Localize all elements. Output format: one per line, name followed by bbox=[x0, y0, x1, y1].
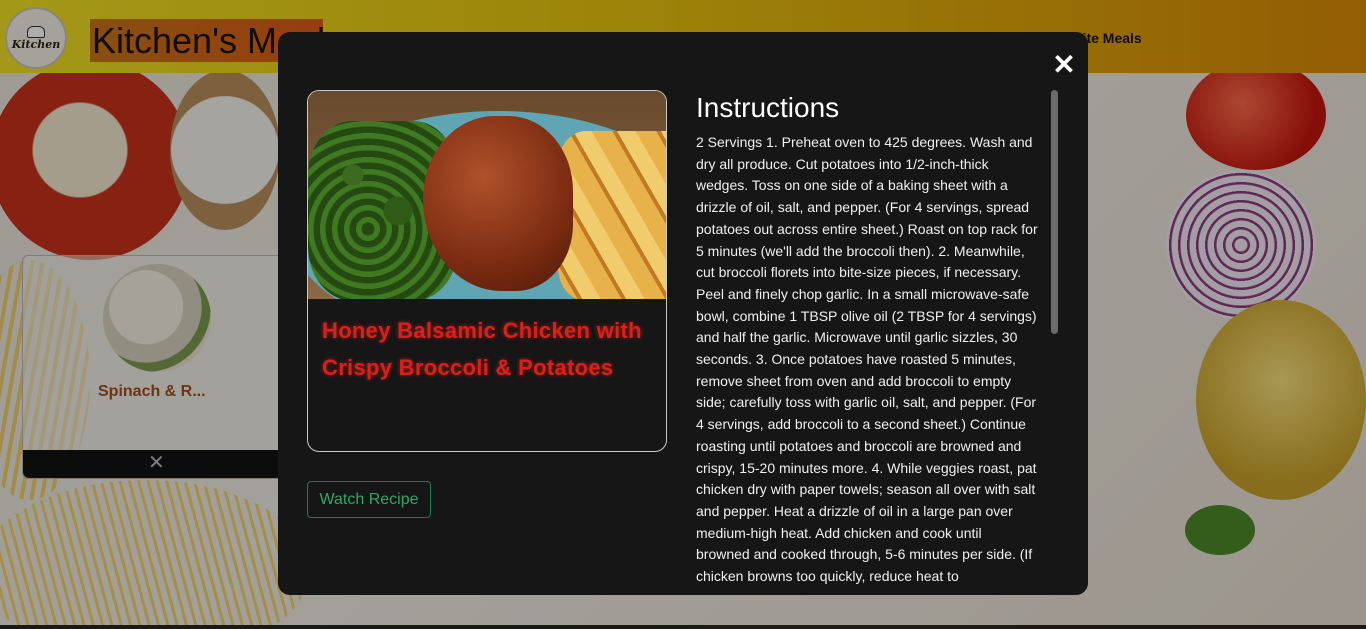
recipe-card: Honey Balsamic Chicken with Crispy Brocc… bbox=[307, 90, 667, 452]
instructions-scrollbar[interactable] bbox=[1051, 90, 1058, 590]
close-modal-icon[interactable]: ✕ bbox=[1052, 51, 1076, 79]
watch-recipe-button[interactable]: Watch Recipe bbox=[307, 481, 431, 518]
recipe-image bbox=[308, 91, 666, 299]
recipe-title: Honey Balsamic Chicken with Crispy Brocc… bbox=[322, 318, 642, 380]
scrollbar-thumb[interactable] bbox=[1051, 90, 1058, 334]
instructions-text: 2 Servings 1. Preheat oven to 425 degree… bbox=[696, 134, 1038, 585]
potatoes-image bbox=[558, 131, 666, 299]
instructions-heading: Instructions bbox=[696, 92, 840, 123]
bottom-edge bbox=[0, 625, 1366, 629]
recipe-modal: ✕ Honey Balsamic Chicken with Crispy Bro… bbox=[278, 32, 1088, 595]
